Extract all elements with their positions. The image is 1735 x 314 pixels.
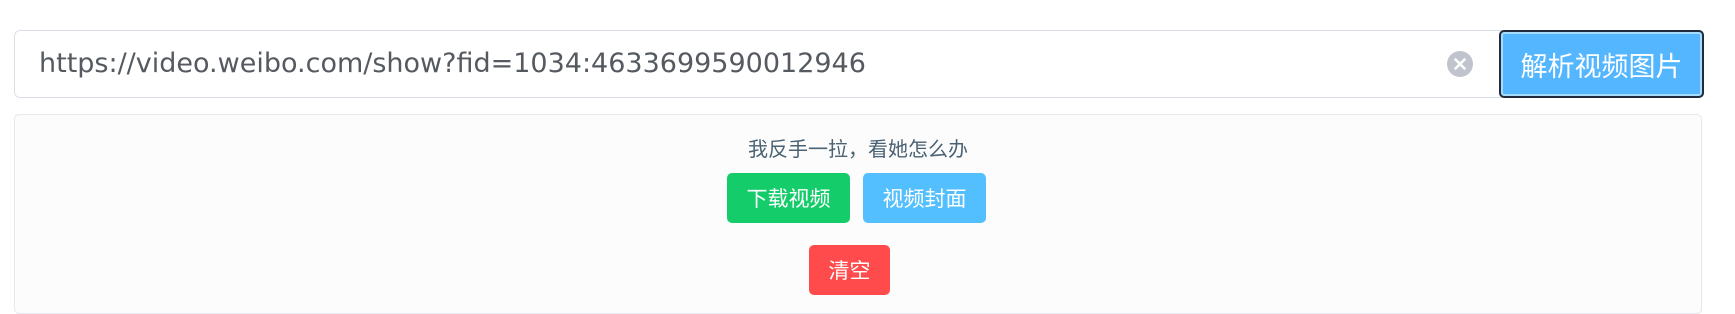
- url-input[interactable]: [39, 31, 1439, 97]
- video-cover-button[interactable]: 视频封面: [863, 173, 986, 223]
- url-input-group: 解析视频图片: [14, 30, 1704, 98]
- result-panel: 我反手一拉，看她怎么办 下载视频 视频封面 清空: [14, 114, 1702, 314]
- clear-button[interactable]: 清空: [809, 245, 890, 295]
- video-title: 我反手一拉，看她怎么办: [748, 137, 968, 161]
- parse-video-button[interactable]: 解析视频图片: [1499, 30, 1704, 98]
- download-video-button[interactable]: 下载视频: [727, 173, 850, 223]
- clear-input-icon[interactable]: [1447, 51, 1473, 77]
